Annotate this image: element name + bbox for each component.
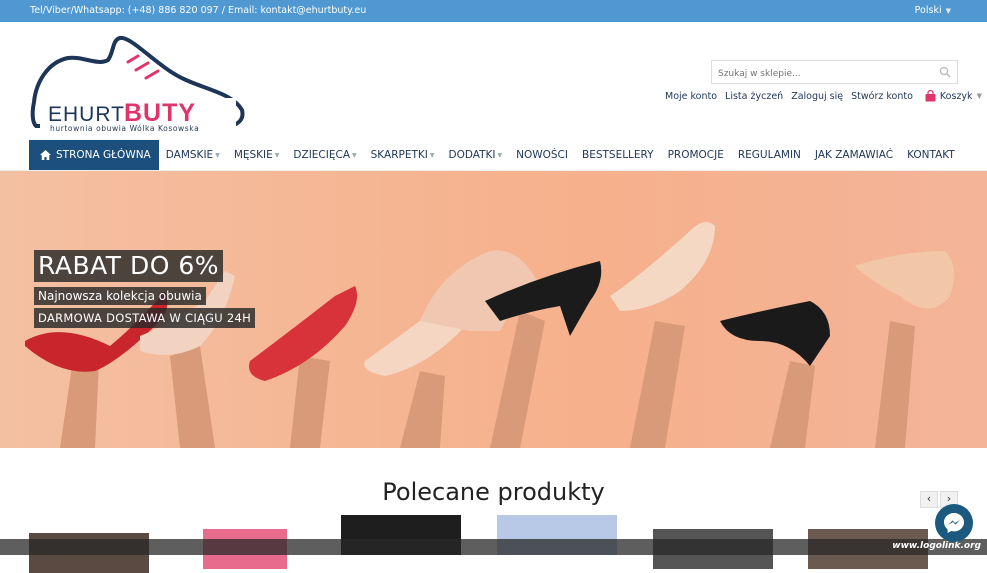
- search-icon[interactable]: [939, 66, 951, 78]
- nav-item-meskie[interactable]: MĘSKIE ▼: [227, 140, 287, 170]
- search-box[interactable]: [711, 60, 958, 85]
- logo-graphic: EHURT BUTY hurtownia obuwia Wólka Kosows…: [30, 36, 245, 133]
- site-logo[interactable]: EHURT BUTY hurtownia obuwia Wólka Kosows…: [28, 32, 250, 138]
- cart-button[interactable]: Koszyk ▼: [925, 90, 982, 102]
- main-navigation: STRONA GŁÓWNA DAMSKIE ▼ MĘSKIE ▼ DZIECIĘCA…: [29, 140, 962, 170]
- messenger-icon: [944, 513, 964, 533]
- messenger-chat-button[interactable]: [935, 504, 973, 542]
- promo-headline: RABAT DO 6%: [34, 250, 224, 282]
- register-link[interactable]: Stwórz konto: [851, 91, 913, 102]
- language-label: Polski: [914, 5, 942, 16]
- svg-text:BUTY: BUTY: [124, 99, 196, 127]
- carousel-prev-button[interactable]: ‹: [920, 491, 938, 508]
- shopping-bag-icon: [925, 90, 936, 102]
- chevron-down-icon: ▼: [352, 151, 357, 159]
- my-account-link[interactable]: Moje konto: [665, 91, 717, 102]
- hero-banner[interactable]: RABAT DO 6% Najnowsza kolekcja obuwia DA…: [0, 171, 987, 448]
- nav-label: MĘSKIE: [233, 149, 273, 161]
- home-icon: [40, 150, 51, 160]
- nav-label: BESTSELLERY: [581, 149, 654, 161]
- nav-item-dziecieca[interactable]: DZIECIĘCA ▼: [286, 140, 363, 170]
- nav-label: DAMSKIE: [165, 149, 214, 161]
- nav-label: DODATKI: [448, 149, 496, 161]
- promo-delivery: DARMOWA DOSTAWA W CIĄGU 24H: [34, 307, 256, 328]
- nav-item-nowosci[interactable]: NOWOŚCI: [509, 140, 575, 170]
- search-input[interactable]: [712, 63, 922, 85]
- nav-label: PROMOCJE: [667, 149, 724, 161]
- nav-label: JAK ZAMAWIAĆ: [814, 149, 894, 161]
- nav-label: REGULAMIN: [737, 149, 801, 161]
- nav-label: NOWOŚCI: [516, 149, 568, 161]
- nav-item-regulamin[interactable]: REGULAMIN: [731, 140, 808, 170]
- chevron-down-icon: ▼: [274, 151, 280, 159]
- nav-item-skarpetki[interactable]: SKARPETKI ▼: [364, 140, 442, 170]
- chevron-down-icon: ▼: [215, 151, 220, 159]
- chevron-down-icon: ▼: [497, 151, 503, 159]
- nav-label: DZIECIĘCA: [293, 149, 351, 161]
- nav-item-damskie[interactable]: DAMSKIE ▼: [159, 140, 227, 170]
- nav-label: SKARPETKI: [370, 149, 428, 161]
- top-bar: Tel/Viber/Whatsapp: (+48) 886 820 097 / …: [0, 0, 987, 22]
- svg-text:EHURT: EHURT: [48, 103, 125, 126]
- watermark: www.logolink.org: [892, 541, 981, 551]
- nav-item-dodatki[interactable]: DODATKI ▼: [441, 140, 509, 170]
- nav-item-home[interactable]: STRONA GŁÓWNA: [29, 140, 159, 170]
- chevron-down-icon: ▼: [429, 151, 435, 159]
- nav-label: KONTAKT: [907, 149, 955, 161]
- wishlist-link[interactable]: Lista życzeń: [725, 91, 783, 102]
- login-link[interactable]: Zaloguj się: [791, 91, 843, 102]
- section-title: Polecane produkty: [382, 478, 605, 506]
- chevron-down-icon: ▼: [945, 7, 951, 15]
- nav-item-promocje[interactable]: PROMOCJE: [661, 140, 731, 170]
- nav-item-bestsellery[interactable]: BESTSELLERY: [575, 140, 661, 170]
- cart-label: Koszyk: [939, 90, 973, 102]
- svg-text:hurtownia obuwia Wólka Kosowsk: hurtownia obuwia Wólka Kosowska: [50, 124, 199, 133]
- footer-overlay-bar: [0, 539, 987, 555]
- account-links: Moje konto Lista życzeń Zaloguj się Stwó…: [665, 90, 982, 102]
- nav-item-jak-zamawiac[interactable]: JAK ZAMAWIAĆ: [808, 140, 900, 170]
- nav-label: STRONA GŁÓWNA: [56, 149, 151, 161]
- chevron-down-icon: ▼: [976, 92, 982, 100]
- language-selector[interactable]: Polski ▼: [915, 5, 951, 16]
- promo-subline: Najnowsza kolekcja obuwia: [34, 285, 206, 305]
- nav-item-kontakt[interactable]: KONTAKT: [900, 140, 962, 170]
- contact-info: Tel/Viber/Whatsapp: (+48) 886 820 097 / …: [30, 5, 367, 16]
